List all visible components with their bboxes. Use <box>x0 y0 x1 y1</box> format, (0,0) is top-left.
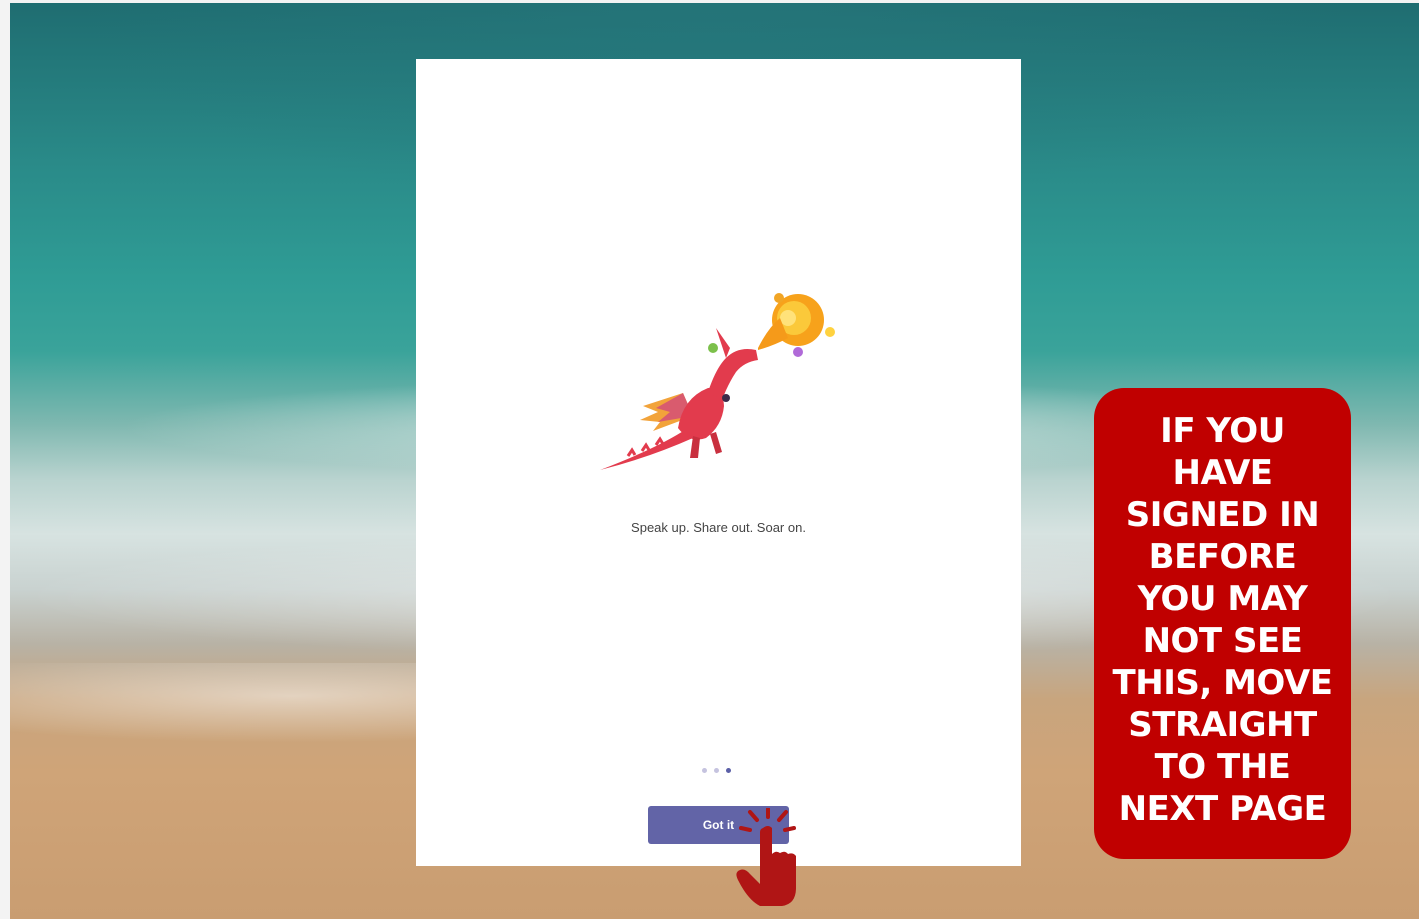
page-dot <box>714 767 719 773</box>
pointing-hand-icon <box>736 808 796 906</box>
dragon-illustration <box>600 293 835 470</box>
callout-line: NEXT PAGE <box>1118 789 1327 829</box>
callout-line: NOT SEE <box>1142 621 1303 661</box>
page-indicator <box>702 766 736 774</box>
callout-line: YOU MAY <box>1137 579 1308 619</box>
callout-line: TO THE <box>1154 747 1291 787</box>
callout-line: HAVE <box>1172 453 1274 493</box>
page-dot-active <box>726 767 731 773</box>
callout-line: THIS, MOVE <box>1112 663 1333 703</box>
page-dot <box>702 767 707 773</box>
callout-line: IF YOU <box>1160 411 1285 451</box>
onboarding-tagline: Speak up. Share out. Soar on. <box>631 520 806 535</box>
instruction-callout: IF YOU HAVE SIGNED IN BEFORE YOU MAY NOT… <box>1094 388 1351 859</box>
callout-line: SIGNED IN <box>1125 495 1320 535</box>
callout-line: STRAIGHT <box>1128 705 1317 745</box>
callout-line: BEFORE <box>1148 537 1297 577</box>
